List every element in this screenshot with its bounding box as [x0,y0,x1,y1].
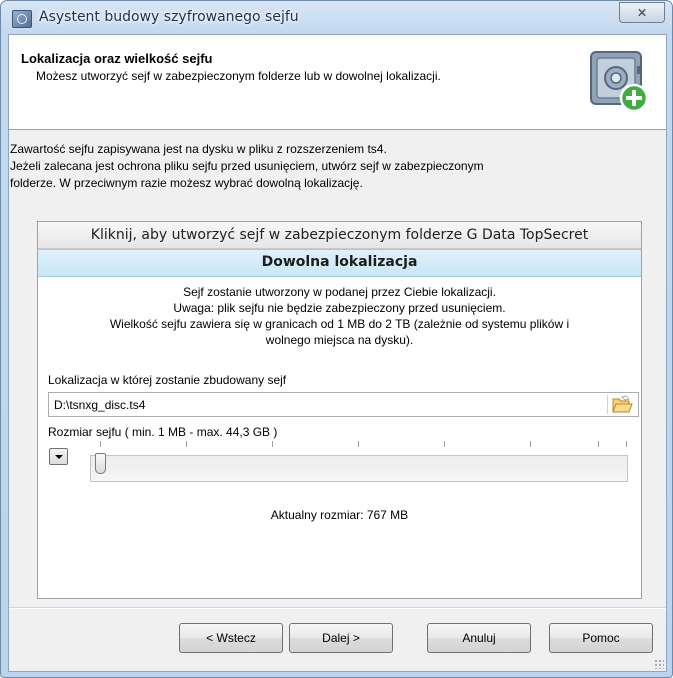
help-button[interactable]: Pomoc [549,623,653,653]
title-bar[interactable]: Asystent budowy szyfrowanego sejfu ⨯ [1,1,672,35]
info-line-3: Wielkość sejfu zawiera się w granicach o… [109,317,570,331]
intro-text: Zawartość sejfu zapisywana jest na dysku… [10,141,660,192]
dialog-client-area: Lokalizacja oraz wielkość sejfu Możesz u… [8,34,667,672]
intro-line-3: folderze. W przeciwnym razie możesz wybr… [10,176,363,190]
field-divider [607,395,608,414]
intro-line-2: Jeżeli zalecana jest ochrona pliku sejfu… [10,159,484,173]
resize-grip[interactable] [654,659,664,669]
location-info: Sejf zostanie utworzony w podanej przez … [38,284,641,348]
safe-add-icon [590,51,649,113]
protected-folder-option[interactable]: Kliknij, aby utworzyć sejf w zabezpieczo… [38,222,641,249]
folder-open-icon[interactable] [611,395,633,414]
size-slider[interactable] [90,441,628,485]
wizard-header: Lokalizacja oraz wielkość sejfu Możesz u… [9,35,666,130]
size-label: Rozmiar sejfu ( min. 1 MB - max. 44,3 GB… [48,425,278,439]
window-frame: Asystent budowy szyfrowanego sejfu ⨯ Lok… [0,0,673,678]
intro-line-1: Zawartość sejfu zapisywana jest na dysku… [10,142,387,156]
info-line-1: Sejf zostanie utworzony w podanej przez … [183,285,496,299]
location-panel: Kliknij, aby utworzyć sejf w zabezpieczo… [37,221,642,599]
custom-location-option[interactable]: Dowolna lokalizacja [38,249,641,277]
slider-tick [272,441,273,447]
slider-tick [598,441,599,447]
next-button[interactable]: Dalej > [289,623,393,653]
cancel-button[interactable]: Anuluj [427,623,531,653]
slider-tick [358,441,359,447]
button-separator [9,607,666,609]
header-subtitle: Możesz utworzyć sejf w zabezpieczonym fo… [36,69,441,83]
slider-track[interactable] [90,455,628,482]
slider-tick [626,441,627,447]
info-line-4: wolnego miejsca na dysku). [265,333,414,347]
slider-tick [444,441,445,447]
slider-tick [100,441,101,447]
slider-tick [186,441,187,447]
location-value: D:\tsnxg_disc.ts4 [54,398,146,412]
app-icon [12,10,32,28]
location-input[interactable]: D:\tsnxg_disc.ts4 [48,392,639,417]
location-label: Lokalizacja w której zostanie zbudowany … [48,373,287,387]
close-button[interactable]: ⨯ [619,2,665,23]
slider-thumb[interactable] [95,453,106,474]
slider-tick [530,441,531,447]
info-line-2: Uwaga: plik sejfu nie będzie zabezpieczo… [173,301,506,315]
header-title: Lokalizacja oraz wielkość sejfu [21,51,213,66]
back-button[interactable]: < Wstecz [179,623,283,653]
size-dropdown-button[interactable] [49,448,68,465]
window-title: Asystent budowy szyfrowanego sejfu [39,9,299,25]
current-size: Aktualny rozmiar: 767 MB [270,508,409,522]
